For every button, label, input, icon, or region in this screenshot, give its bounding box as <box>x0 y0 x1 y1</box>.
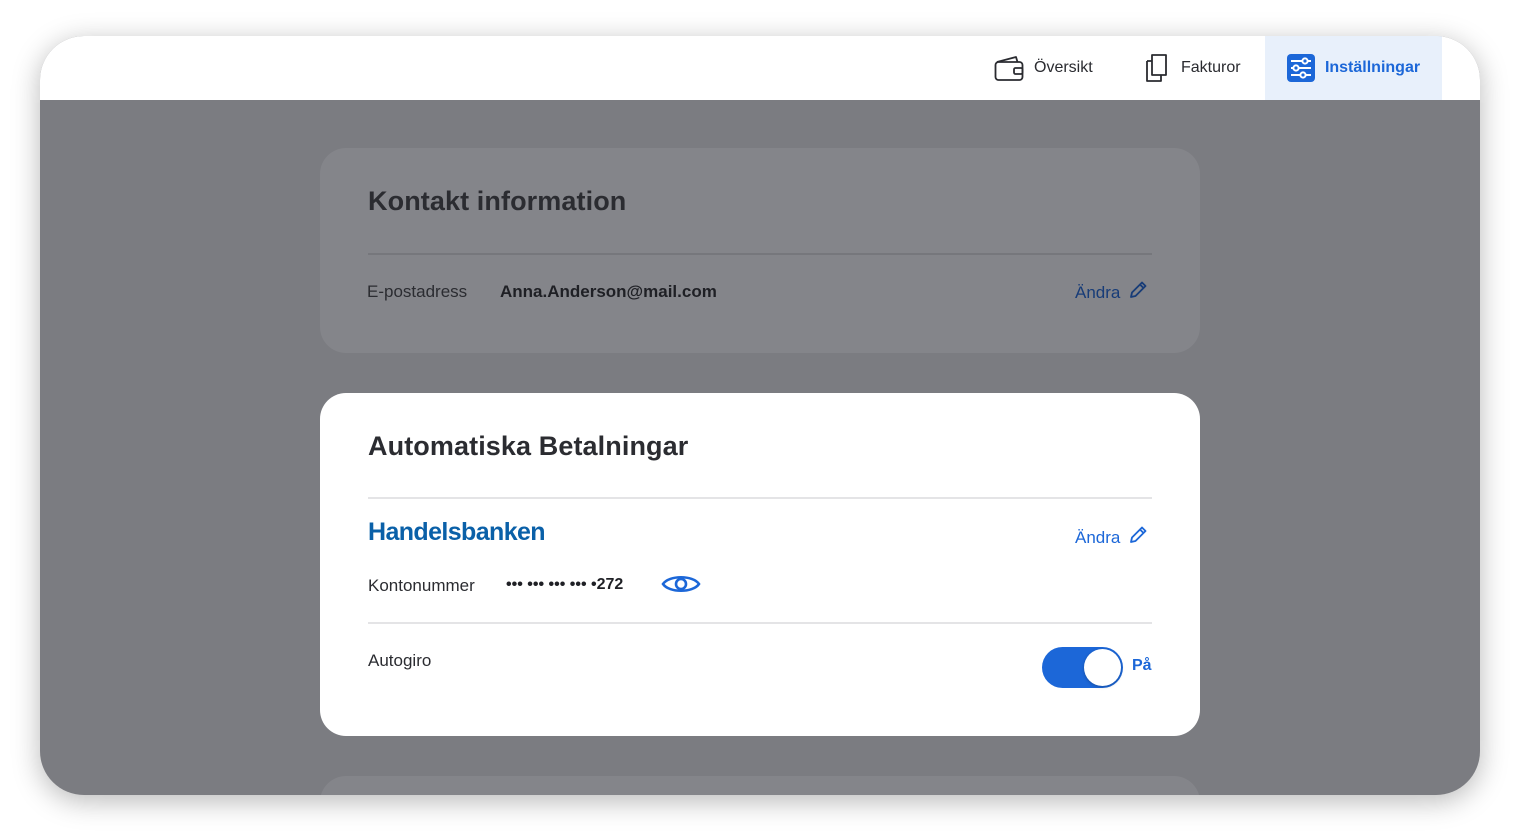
top-navigation: Översikt Fakturor Inställningar <box>40 36 1480 100</box>
edit-bank-label: Ändra <box>1075 527 1121 547</box>
bank-logo: Handelsbanken <box>368 518 546 546</box>
email-value: Anna.Anderson@mail.com <box>500 282 717 301</box>
sliders-icon <box>1286 54 1315 82</box>
wallet-icon <box>994 54 1024 82</box>
toggle-knob <box>1084 649 1121 686</box>
autogiro-label: Autogiro <box>368 651 432 670</box>
nav-settings[interactable]: Inställningar <box>1265 36 1442 100</box>
autogiro-toggle[interactable] <box>1042 647 1123 688</box>
contact-info-card: Kontakt information E-postadress Anna.An… <box>320 148 1200 353</box>
account-number-label: Kontonummer <box>368 576 475 595</box>
nav-invoices-label: Fakturor <box>1181 59 1241 76</box>
autopay-card-title: Automatiska Betalningar <box>368 431 689 461</box>
nav-overview[interactable]: Översikt <box>994 36 1093 100</box>
account-number-masked: ••• ••• ••• ••• •272 <box>506 576 624 593</box>
documents-icon <box>1143 53 1171 83</box>
pencil-icon <box>1128 525 1148 550</box>
app-window: Översikt Fakturor Inställningar Kontakt … <box>40 36 1480 795</box>
contact-card-title: Kontakt information <box>368 186 627 216</box>
nav-settings-label: Inställningar <box>1324 59 1421 76</box>
divider <box>368 497 1152 499</box>
autogiro-state: På <box>1132 657 1152 674</box>
nav-invoices[interactable]: Fakturor <box>1143 36 1241 100</box>
edit-email-button[interactable]: Ändra <box>1075 280 1148 305</box>
nav-overview-label: Översikt <box>1034 59 1093 76</box>
next-card <box>320 776 1200 795</box>
edit-bank-button[interactable]: Ändra <box>1075 525 1148 550</box>
divider <box>368 253 1152 255</box>
edit-email-label: Ändra <box>1075 282 1121 302</box>
eye-icon[interactable] <box>661 572 701 601</box>
divider <box>368 622 1152 624</box>
email-label: E-postadress <box>367 282 468 301</box>
pencil-icon <box>1128 280 1148 305</box>
autopay-card: Automatiska Betalningar Handelsbanken Än… <box>320 393 1200 736</box>
